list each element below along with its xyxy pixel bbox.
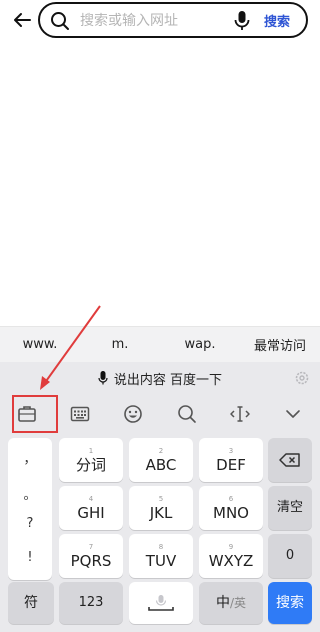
- emoji-icon: [124, 405, 143, 423]
- key-number: 6: [228, 494, 234, 503]
- punct-exclaim[interactable]: !: [8, 550, 52, 565]
- key-label: 清空: [276, 500, 303, 515]
- space-key[interactable]: [129, 582, 193, 624]
- key-number: 4: [88, 494, 94, 503]
- annotation-highlight-box: [12, 395, 58, 433]
- shortcut-m[interactable]: m.: [80, 337, 160, 352]
- punct-comma[interactable]: ，: [8, 448, 52, 467]
- search-input[interactable]: [80, 10, 230, 32]
- keyboard-layout-button[interactable]: [53, 394, 106, 434]
- key-label: 符: [24, 595, 38, 611]
- numeric-key[interactable]: 123: [59, 582, 123, 624]
- key-label: JKL: [149, 503, 173, 522]
- key-number: 8: [158, 542, 164, 551]
- lang-english-label: 英: [234, 596, 247, 610]
- search-icon: [51, 12, 69, 30]
- key-6-mno[interactable]: 6 MNO: [199, 486, 263, 530]
- shortcut-most-visited[interactable]: 最常访问: [240, 335, 320, 354]
- key-label: ABC: [145, 455, 177, 474]
- voice-input-bar[interactable]: 说出内容 百度一下: [0, 362, 320, 394]
- microphone-icon: [148, 595, 174, 611]
- key-8-tuv[interactable]: 8 TUV: [129, 534, 193, 578]
- key-number: 9: [228, 542, 234, 551]
- key-label: DEF: [216, 455, 246, 474]
- chevron-down-icon: [286, 410, 301, 418]
- key-label: 123: [78, 595, 104, 610]
- key-label: TUV: [145, 551, 177, 570]
- back-button[interactable]: [10, 8, 34, 32]
- key-label: 分词: [75, 455, 106, 474]
- backspace-key[interactable]: [268, 438, 312, 482]
- key-label: MNO: [213, 503, 249, 522]
- keyboard-search-button[interactable]: [160, 394, 213, 434]
- lang-chinese-label: 中: [215, 595, 230, 611]
- key-5-jkl[interactable]: 5 JKL: [129, 486, 193, 530]
- punct-period[interactable]: 。: [8, 484, 52, 503]
- key-label: 0: [285, 548, 295, 563]
- key-2-abc[interactable]: 2 ABC: [129, 438, 193, 482]
- cursor-move-button[interactable]: [213, 394, 266, 434]
- key-label: GHI: [77, 503, 105, 522]
- key-number: 7: [88, 542, 94, 551]
- zero-key[interactable]: 0: [268, 534, 312, 578]
- key-7-pqrs[interactable]: 7 PQRS: [59, 534, 123, 578]
- search-button[interactable]: 搜索: [264, 11, 290, 30]
- search-key[interactable]: 搜索: [268, 582, 312, 624]
- gear-icon[interactable]: [294, 370, 310, 386]
- key-9-wxyz[interactable]: 9 WXYZ: [199, 534, 263, 578]
- cursor-move-icon: [230, 406, 250, 422]
- browser-screen: 搜索 www. m. wap. 最常访问 说出内容 百度一下: [0, 0, 320, 632]
- voice-hint-text: 说出内容 百度一下: [113, 372, 223, 388]
- key-label: 搜索: [276, 595, 304, 611]
- key-label: WXYZ: [208, 551, 254, 570]
- key-3-def[interactable]: 3 DEF: [199, 438, 263, 482]
- url-shortcut-row: www. m. wap. 最常访问: [0, 326, 320, 362]
- emoji-button[interactable]: [107, 394, 160, 434]
- key-label: PQRS: [70, 551, 112, 570]
- key-number: 2: [158, 446, 164, 455]
- key-number: 3: [228, 446, 234, 455]
- shortcut-wap[interactable]: wap.: [160, 337, 240, 352]
- punct-question[interactable]: ?: [8, 516, 52, 531]
- key-4-ghi[interactable]: 4 GHI: [59, 486, 123, 530]
- search-box[interactable]: 搜索: [38, 2, 308, 38]
- shortcut-www[interactable]: www.: [0, 337, 80, 352]
- language-switch-key[interactable]: 中 / 英: [199, 582, 263, 624]
- search-icon: [177, 405, 196, 423]
- microphone-icon: [98, 371, 108, 385]
- collapse-keyboard-button[interactable]: [267, 394, 320, 434]
- key-1-fenci[interactable]: 1 分词: [59, 438, 123, 482]
- back-arrow-icon: [14, 13, 31, 27]
- backspace-icon: [279, 453, 300, 467]
- key-number: 5: [158, 494, 164, 503]
- key-number: 1: [88, 446, 94, 455]
- top-bar: 搜索: [0, 0, 320, 40]
- symbol-key[interactable]: 符: [8, 582, 54, 624]
- microphone-icon[interactable]: [232, 10, 252, 32]
- keyboard-layout-icon: [70, 406, 90, 422]
- punctuation-column[interactable]: ， 。 ? !: [8, 438, 52, 580]
- clear-key[interactable]: 清空: [268, 486, 312, 530]
